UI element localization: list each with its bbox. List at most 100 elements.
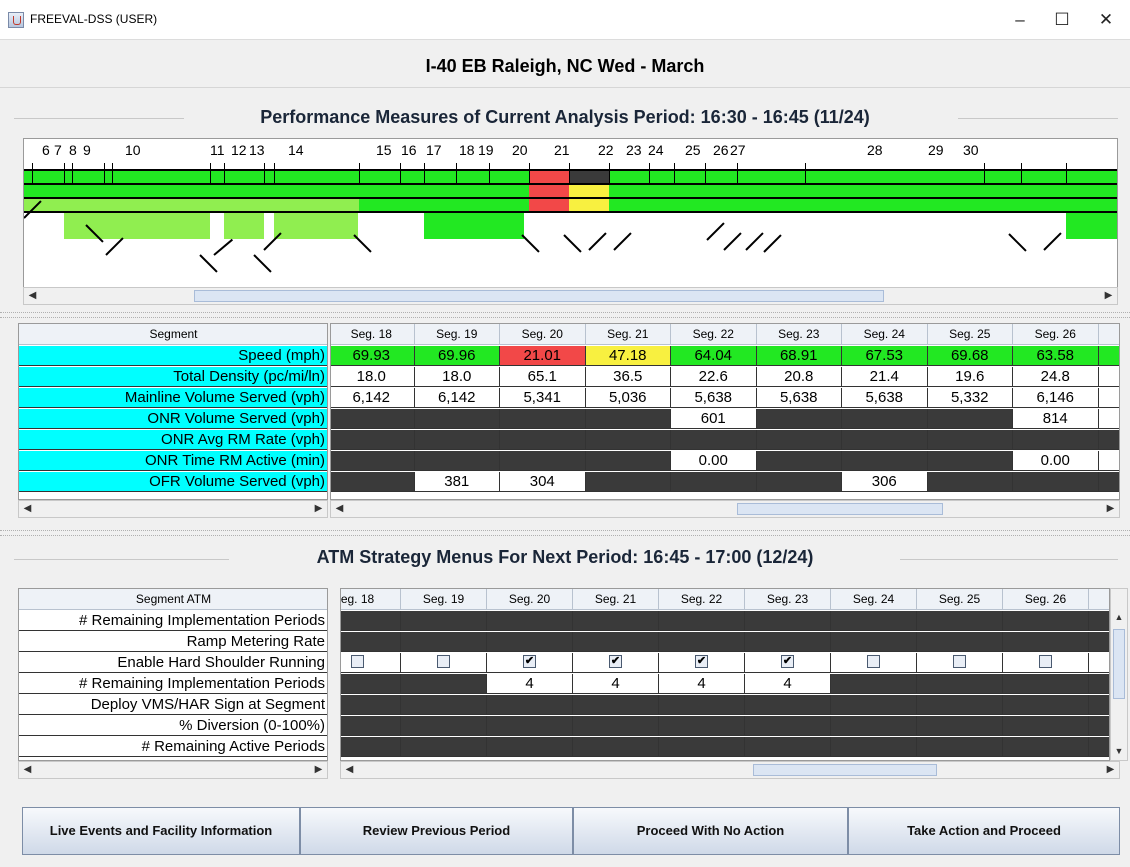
table-cell[interactable] (487, 737, 573, 757)
table-cell[interactable] (842, 430, 928, 450)
table-cell[interactable] (341, 674, 401, 694)
table-cell[interactable] (487, 611, 573, 631)
scroll-left-arrow-icon[interactable]: ◀ (19, 762, 36, 778)
table-cell[interactable] (927, 451, 1013, 471)
table-cell[interactable]: 18.0 (414, 367, 500, 387)
table-cell[interactable] (745, 737, 831, 757)
table-cell[interactable]: 21.4 (842, 367, 928, 387)
table-cell[interactable]: 4 (659, 674, 745, 694)
minimize-button[interactable]: – (1000, 6, 1040, 34)
hsr-checkbox[interactable]: ✔ (695, 655, 708, 669)
column-header[interactable]: Seg. 24 (842, 324, 928, 345)
scroll-thumb[interactable] (194, 290, 884, 302)
table-cell[interactable] (414, 451, 500, 471)
table-cell[interactable] (831, 695, 917, 715)
table-cell[interactable]: 35 (1098, 409, 1119, 429)
table-cell[interactable] (756, 451, 842, 471)
table-cell[interactable] (831, 737, 917, 757)
table-cell[interactable] (1003, 674, 1089, 694)
table-cell[interactable] (659, 716, 745, 736)
scroll-left-arrow-icon[interactable]: ◀ (19, 501, 36, 517)
table-cell[interactable] (842, 409, 928, 429)
diagram-hscrollbar[interactable]: ◀ ▶ (23, 287, 1118, 305)
table-cell[interactable] (1003, 716, 1089, 736)
table-cell[interactable]: 22.6 (671, 367, 757, 387)
scroll-thumb[interactable] (737, 503, 943, 515)
column-header[interactable]: Seg. 20 (487, 589, 573, 610)
table-cell[interactable]: ✔ (659, 653, 745, 673)
table-cell[interactable] (1098, 472, 1119, 492)
perf-data-hscrollbar[interactable]: ◀ ▶ (330, 500, 1120, 518)
table-cell[interactable] (573, 737, 659, 757)
column-header[interactable]: Seg. 19 (414, 324, 500, 345)
table-cell[interactable]: 5,638 (671, 388, 757, 408)
table-cell[interactable] (756, 409, 842, 429)
scroll-right-arrow-icon[interactable]: ▶ (310, 762, 327, 778)
table-cell[interactable] (745, 611, 831, 631)
table-cell[interactable] (341, 611, 401, 631)
table-cell[interactable]: 6,142 (331, 388, 415, 408)
column-header[interactable]: Seg. 21 (585, 324, 671, 345)
table-cell[interactable]: 5,332 (927, 388, 1013, 408)
perf-label-hscrollbar[interactable]: ◀ ▶ (18, 500, 328, 518)
table-cell[interactable] (331, 430, 415, 450)
table-cell[interactable] (341, 632, 401, 652)
table-cell[interactable]: 36.5 (585, 367, 671, 387)
table-cell[interactable] (341, 653, 401, 673)
table-cell[interactable] (917, 653, 1003, 673)
scroll-right-arrow-icon[interactable]: ▶ (1100, 288, 1117, 304)
table-cell[interactable] (1098, 430, 1119, 450)
column-header[interactable]: Seg. 19 (401, 589, 487, 610)
table-cell[interactable] (659, 695, 745, 715)
table-cell[interactable] (1013, 472, 1099, 492)
column-header[interactable]: Seg. 20 (500, 324, 586, 345)
scroll-thumb[interactable] (753, 764, 937, 776)
column-header[interactable]: Seg. 26 (1003, 589, 1089, 610)
table-cell[interactable] (1003, 695, 1089, 715)
take-action-button[interactable]: Take Action and Proceed (848, 807, 1120, 855)
column-header[interactable]: Seg. 23 (745, 589, 831, 610)
table-cell[interactable] (659, 611, 745, 631)
scroll-right-arrow-icon[interactable]: ▶ (1102, 501, 1119, 517)
table-cell[interactable] (927, 472, 1013, 492)
table-cell[interactable] (341, 737, 401, 757)
hsr-checkbox[interactable]: ✔ (523, 655, 536, 669)
table-cell[interactable] (671, 430, 757, 450)
column-header[interactable]: eg. 18 (341, 589, 401, 610)
table-cell[interactable] (659, 737, 745, 757)
table-cell[interactable] (1089, 611, 1109, 631)
table-cell[interactable] (831, 632, 917, 652)
table-cell[interactable] (927, 430, 1013, 450)
table-cell[interactable] (585, 430, 671, 450)
table-cell[interactable] (1089, 674, 1109, 694)
table-cell[interactable]: 63. (1098, 346, 1119, 366)
table-cell[interactable] (573, 695, 659, 715)
table-cell[interactable]: 69.93 (331, 346, 415, 366)
close-button[interactable]: ✕ (1086, 6, 1126, 34)
column-header[interactable]: S (1089, 589, 1109, 610)
scroll-left-arrow-icon[interactable]: ◀ (24, 288, 41, 304)
column-header[interactable]: Seg. 26 (1013, 324, 1099, 345)
table-cell[interactable] (487, 632, 573, 652)
scroll-left-arrow-icon[interactable]: ◀ (331, 501, 348, 517)
live-events-button[interactable]: Live Events and Facility Information (22, 807, 300, 855)
table-cell[interactable] (842, 451, 928, 471)
table-cell[interactable] (585, 451, 671, 471)
table-cell[interactable]: 20.8 (756, 367, 842, 387)
maximize-button[interactable]: ☐ (1042, 6, 1082, 34)
table-cell[interactable]: 6,142 (414, 388, 500, 408)
scroll-up-arrow-icon[interactable]: ▲ (1111, 609, 1127, 626)
table-cell[interactable] (487, 695, 573, 715)
table-cell[interactable] (573, 611, 659, 631)
table-cell[interactable] (401, 653, 487, 673)
table-cell[interactable] (341, 716, 401, 736)
table-cell[interactable]: 19.6 (927, 367, 1013, 387)
table-cell[interactable]: 69.96 (414, 346, 500, 366)
scroll-thumb[interactable] (1113, 629, 1125, 699)
table-cell[interactable] (331, 451, 415, 471)
table-cell[interactable]: 0.00 (1013, 451, 1099, 471)
table-cell[interactable] (487, 716, 573, 736)
table-cell[interactable]: 6,5 (1098, 388, 1119, 408)
table-cell[interactable]: 4 (573, 674, 659, 694)
table-cell[interactable] (1013, 430, 1099, 450)
